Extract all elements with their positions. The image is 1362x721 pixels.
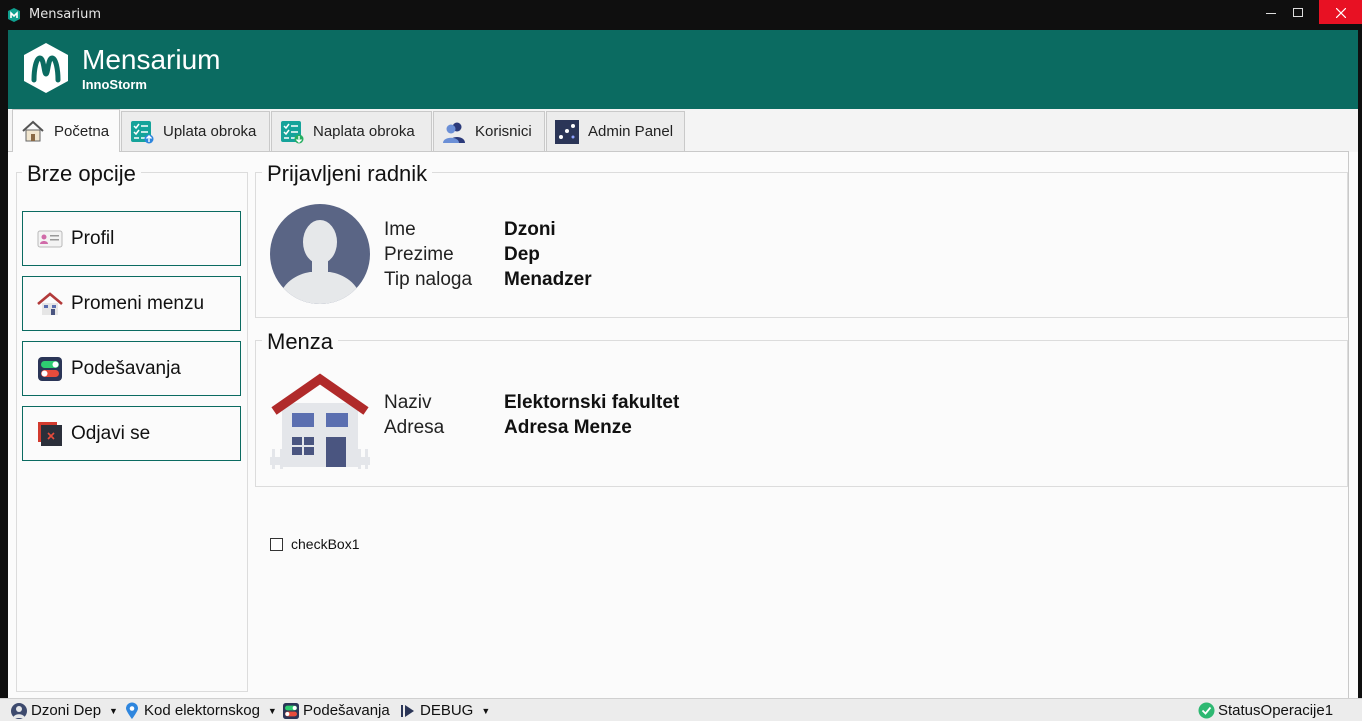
tab-content-border (8, 151, 1349, 152)
checkbox-1[interactable]: checkBox1 (270, 536, 359, 552)
chevron-down-icon: ▼ (267, 705, 277, 716)
settings-button-label: Podešavanja (71, 357, 181, 379)
canteen-house-icon (270, 373, 370, 473)
change-canteen-button-label: Promeni menzu (71, 292, 205, 314)
canteen-name-value: Elektornski fakultet (504, 392, 680, 413)
tab-naplata-obroka[interactable]: Naplata obroka (271, 111, 432, 151)
location-dropdown-label: Kod elektornskog (144, 702, 260, 719)
tab-korisnici[interactable]: Korisnici (433, 111, 545, 151)
check-circle-icon (1197, 702, 1215, 720)
checkbox-box[interactable] (270, 537, 283, 551)
logged-worker-title: Prijavljeni radnik (262, 161, 433, 187)
statusbar-settings-label: Podešavanja (303, 702, 390, 719)
mensarium-logo-icon (22, 42, 70, 98)
chevron-down-icon: ▼ (481, 705, 491, 716)
tab-uplata-obroka[interactable]: Uplata obroka (121, 111, 270, 151)
checklist-upload-icon (130, 120, 154, 144)
maximize-icon (1293, 3, 1303, 22)
window-title: Mensarium (29, 7, 102, 22)
admin-panel-icon (555, 119, 579, 144)
tab-label: Naplata obroka (313, 123, 415, 140)
statusbar-settings-button[interactable]: Podešavanja (282, 700, 390, 721)
user-dropdown-label: Dzoni Dep (31, 702, 102, 719)
tab-pocetna[interactable]: Početna (12, 109, 120, 152)
tab-label: Početna (54, 122, 110, 140)
canteen-title: Menza (262, 329, 339, 355)
tab-admin-panel[interactable]: Admin Panel (546, 111, 685, 151)
toggle-settings-icon (37, 356, 63, 382)
canteen-name-label: Naziv (384, 392, 432, 413)
close-icon (1335, 3, 1346, 22)
checkbox-label: checkBox1 (291, 536, 360, 552)
tab-strip: Početna Uplata obroka Naplata obroka Kor… (8, 109, 1358, 152)
account-type-value: Menadzer (504, 269, 592, 290)
chevron-down-icon: ▼ (109, 705, 118, 716)
status-bar: Dzoni Dep ▼ Kod elektornskog ▼ Podešavan… (0, 698, 1362, 721)
location-dropdown[interactable]: Kod elektornskog ▼ (123, 700, 277, 721)
location-pin-icon (123, 702, 141, 720)
tab-label: Uplata obroka (163, 123, 257, 140)
logout-button-label: Odjavi se (71, 422, 151, 444)
canteen-address-value: Adresa Menze (504, 417, 632, 438)
toggle-settings-icon (282, 702, 300, 720)
close-button[interactable] (1319, 0, 1362, 24)
maximize-button[interactable] (1276, 0, 1320, 24)
app-frame: Mensarium InnoStorm Početna Uplata obrok… (8, 30, 1358, 721)
users-icon (442, 120, 466, 144)
app-name: Mensarium (82, 44, 221, 75)
change-canteen-button[interactable]: Promeni menzu (22, 276, 241, 331)
canteen-address-label: Adresa (384, 417, 445, 438)
first-name-value: Dzoni (504, 219, 556, 240)
quick-options-title: Brze opcije (22, 161, 141, 187)
tab-label: Korisnici (475, 123, 532, 140)
profile-button[interactable]: Profil (22, 211, 241, 266)
window-titlebar: Mensarium (0, 0, 1362, 30)
home-icon (21, 119, 45, 143)
debug-dropdown[interactable]: DEBUG ▼ (399, 700, 490, 721)
operation-status: StatusOperacije1 (1197, 700, 1333, 721)
mensarium-logo-icon (6, 7, 22, 27)
tab-content-border-right (1348, 151, 1349, 711)
debug-dropdown-label: DEBUG (420, 702, 474, 719)
checklist-download-icon (280, 120, 304, 144)
id-card-icon (37, 226, 63, 252)
user-avatar-icon (270, 204, 370, 308)
minimize-icon (1266, 3, 1276, 22)
logout-icon (37, 421, 63, 447)
account-type-label: Tip naloga (384, 269, 473, 290)
debug-run-icon (399, 702, 417, 720)
house-icon (37, 291, 63, 317)
last-name-value: Dep (504, 244, 540, 265)
first-name-label: Ime (384, 219, 416, 240)
settings-button[interactable]: Podešavanja (22, 341, 241, 396)
logout-button[interactable]: Odjavi se (22, 406, 241, 461)
profile-button-label: Profil (71, 227, 115, 249)
app-subtitle: InnoStorm (82, 77, 147, 92)
user-dropdown[interactable]: Dzoni Dep ▼ (10, 700, 118, 721)
operation-status-label: StatusOperacije1 (1218, 702, 1334, 719)
app-header: Mensarium InnoStorm (8, 30, 1358, 109)
last-name-label: Prezime (384, 244, 454, 265)
tab-label: Admin Panel (588, 123, 674, 140)
user-icon (10, 702, 28, 720)
